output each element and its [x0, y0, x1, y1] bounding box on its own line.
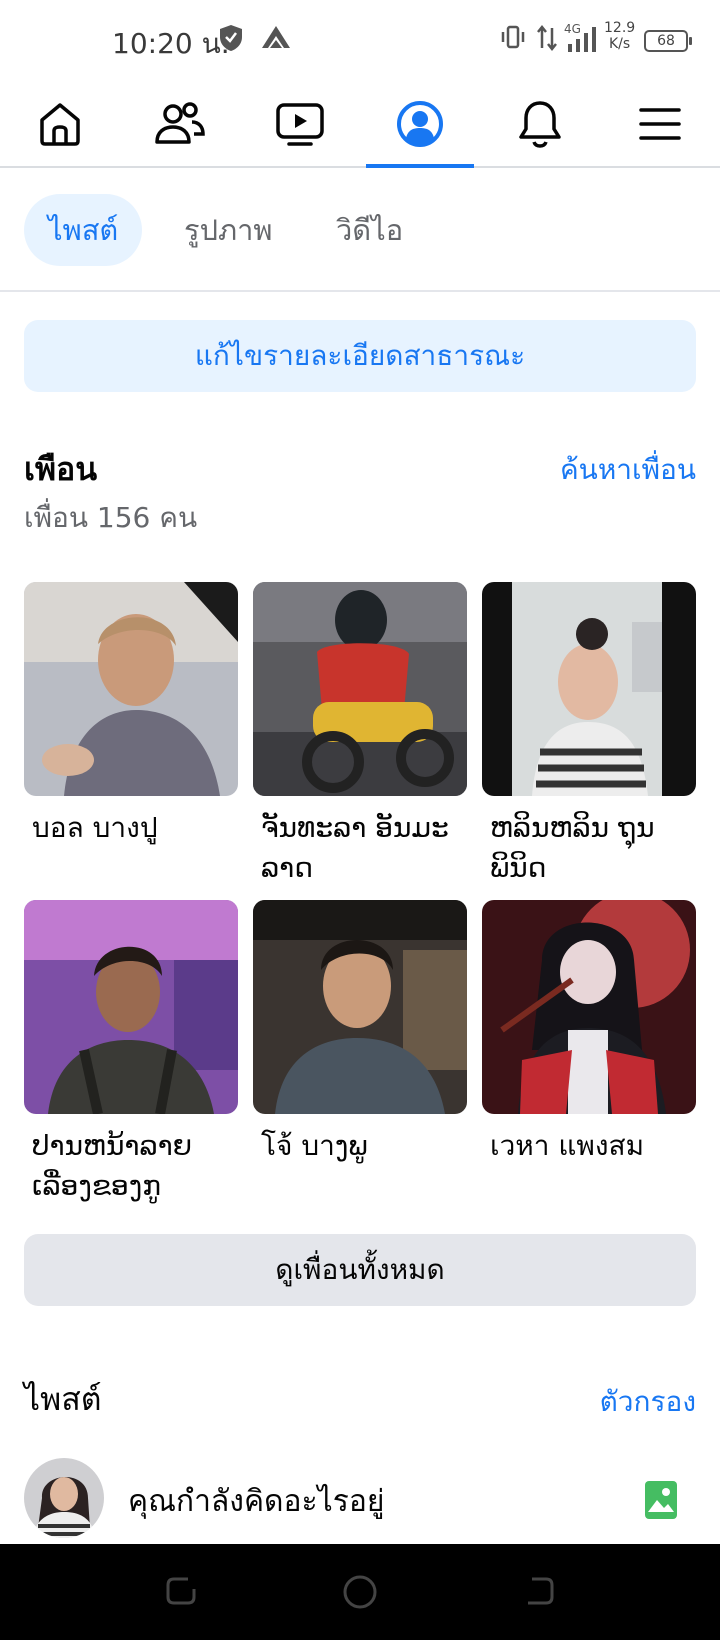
tab-photos[interactable]: รูปภาพ [184, 194, 273, 266]
friends-count: เพื่อน 156 คน [24, 501, 198, 534]
friend-photo [482, 900, 696, 1114]
speed-unit: K/s [608, 36, 631, 52]
friends-section-title: เพือน [24, 450, 98, 488]
friend-name-line: ພິນິດ [490, 851, 547, 884]
data-transfer-icon [537, 24, 557, 52]
vibrate-icon [501, 25, 525, 49]
nav-home[interactable] [6, 82, 114, 166]
signal-icon [568, 27, 596, 52]
friend-photo [24, 582, 238, 796]
avatar[interactable] [24, 1458, 104, 1538]
friend-name-line: ເລື່ອງຂອງກູ [32, 1169, 162, 1202]
nav-watch[interactable] [246, 82, 354, 166]
friend-name-line: ລາດ [261, 851, 314, 884]
friend-card[interactable]: โจ้ บาງພູ [253, 900, 467, 1166]
edit-public-details-button[interactable]: แก้ไขรายละเอียดสาธารณะ [24, 320, 696, 392]
nav-friends[interactable] [126, 82, 234, 166]
friend-name: บอล บางปู [24, 808, 238, 848]
find-friends-link[interactable]: ค้นหาเพื่อน [560, 448, 696, 492]
friend-name: ຈັນທະລາ ອັນມະ ລາດ [253, 808, 467, 888]
see-all-friends-button[interactable]: ดูเพื่อนทั้งหมด [24, 1234, 696, 1306]
home-button-icon[interactable] [342, 1574, 378, 1610]
system-navigation-bar [0, 1544, 720, 1640]
friend-photo [482, 582, 696, 796]
home-icon [40, 103, 80, 146]
recents-icon[interactable] [164, 1574, 198, 1608]
friend-photo [24, 900, 238, 1114]
friend-name: โจ้ บาງພູ [253, 1126, 467, 1166]
friend-card[interactable]: เวหา แพงสม [482, 900, 696, 1166]
back-icon[interactable] [522, 1574, 556, 1608]
friend-name-line: เวหา แพงสม [490, 1129, 645, 1162]
whats-on-your-mind-input[interactable]: คุณกำลังคิดอะไรอยู่ [128, 1478, 384, 1525]
nav-notifications[interactable] [486, 82, 594, 166]
status-time: 10:20 น. [112, 27, 230, 60]
friend-name-line: บอล บางปู [32, 811, 158, 844]
nav-profile[interactable] [366, 82, 474, 168]
friend-name-line: ຈັນທະລາ ອັນມະ [261, 811, 449, 844]
nav-menu[interactable] [606, 82, 714, 166]
battery-icon: 68 [644, 30, 692, 52]
tab-videos[interactable]: วิดีไอ [336, 194, 403, 266]
friend-photo [253, 582, 467, 796]
posts-section-title: ไพสต์ [24, 1380, 102, 1418]
friend-name-line: โจ้ บาງພູ [261, 1129, 368, 1162]
video-icon [276, 103, 324, 146]
friend-photo [253, 900, 467, 1114]
friend-card[interactable]: ຈັນທະລາ ອັນມະ ລາດ [253, 582, 467, 888]
friends-icon [155, 102, 205, 144]
friend-card[interactable]: ຫລິນຫລິນ ຖຸນ ພິນິດ [482, 582, 696, 888]
photo-icon[interactable] [644, 1480, 678, 1520]
friend-card[interactable]: ປານຫນ້າລາຍ ເລື່ອງຂອງກູ [24, 900, 238, 1206]
network-speed: 12.9 K/s [604, 20, 635, 52]
friend-name: ປານຫນ້າລາຍ ເລື່ອງຂອງກູ [24, 1126, 238, 1206]
profile-tabs: ไพสต์ รูปภาพ วิดีไอ [0, 168, 720, 292]
status-bar: 10:20 น. 4G 12.9 K/s 68 [0, 0, 720, 82]
shield-icon [220, 25, 242, 51]
menu-icon [639, 108, 681, 140]
profile-icon [397, 101, 443, 147]
friend-name: ຫລິນຫລິນ ຖຸນ ພິນິດ [482, 808, 696, 888]
app-notification-icon [262, 26, 290, 48]
tab-posts[interactable]: ไพสต์ [24, 194, 143, 266]
speed-value: 12.9 [604, 20, 636, 36]
friend-name-line: ຫລິນຫລິນ ຖຸນ [490, 811, 655, 844]
top-navigation [0, 82, 720, 168]
friend-name-line: ປານຫນ້າລາຍ [32, 1129, 193, 1162]
friend-name: เวหา แพงสม [482, 1126, 696, 1166]
bell-icon [519, 101, 561, 148]
friend-card[interactable]: บอล บางปู [24, 582, 238, 848]
filters-link[interactable]: ตัวกรอง [600, 1380, 696, 1424]
